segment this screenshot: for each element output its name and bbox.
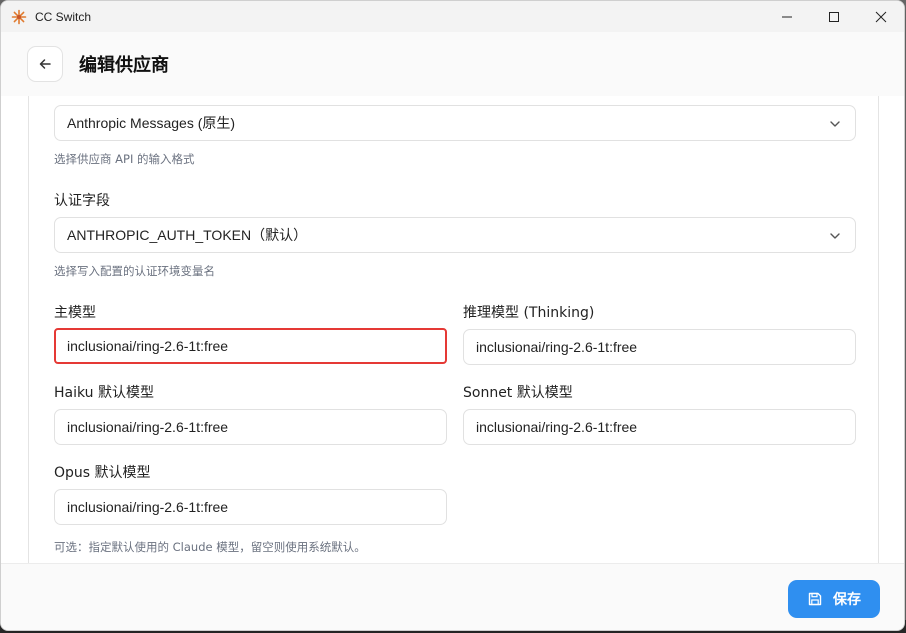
thinking-model-label: 推理模型 (Thinking) <box>463 305 595 321</box>
api-format-hint: 选择供应商 API 的输入格式 <box>54 152 195 166</box>
title-bar: CC Switch <box>1 1 904 32</box>
page-title: 编辑供应商 <box>79 55 169 76</box>
api-format-value: Anthropic Messages (原生) <box>67 115 236 131</box>
models-hint: 可选：指定默认使用的 Claude 模型，留空则使用系统默认。 <box>54 540 366 554</box>
window-controls <box>763 1 904 32</box>
close-button[interactable] <box>857 1 904 32</box>
thinking-model-input[interactable] <box>463 329 856 365</box>
minimize-icon <box>781 16 792 17</box>
main-model-input[interactable] <box>54 328 447 364</box>
maximize-button[interactable] <box>810 1 857 32</box>
save-button[interactable]: 保存 <box>788 580 880 618</box>
sonnet-model-input[interactable] <box>463 409 856 445</box>
auth-field-value: ANTHROPIC_AUTH_TOKEN（默认） <box>67 227 308 243</box>
auth-field-label: 认证字段 <box>54 193 110 209</box>
maximize-icon <box>828 11 839 22</box>
provider-form: Anthropic Messages (原生) 选择供应商 API 的输入格式 … <box>28 96 879 563</box>
auth-field-select[interactable]: ANTHROPIC_AUTH_TOKEN（默认） <box>54 217 856 253</box>
api-format-select[interactable]: Anthropic Messages (原生) <box>54 105 856 141</box>
minimize-button[interactable] <box>763 1 810 32</box>
cc-switch-logo-icon <box>11 9 27 25</box>
save-label: 保存 <box>833 592 861 608</box>
opus-model-input[interactable] <box>54 489 447 525</box>
sonnet-model-label: Sonnet 默认模型 <box>463 385 573 401</box>
chevron-down-icon <box>830 121 840 127</box>
save-icon <box>808 592 822 606</box>
back-button[interactable] <box>27 46 63 82</box>
window-title: CC Switch <box>35 9 92 24</box>
chevron-down-icon <box>830 233 840 239</box>
opus-model-label: Opus 默认模型 <box>54 465 151 481</box>
haiku-model-label: Haiku 默认模型 <box>54 385 154 401</box>
main-model-label: 主模型 <box>54 305 96 321</box>
haiku-model-input[interactable] <box>54 409 447 445</box>
arrow-left-icon <box>39 59 51 69</box>
page-header: 编辑供应商 <box>1 32 904 96</box>
auth-field-hint: 选择写入配置的认证环境变量名 <box>54 264 215 278</box>
close-icon <box>875 11 886 22</box>
app-window: CC Switch 编辑供应商 Anthropic Messages (原生) <box>0 0 905 631</box>
form-footer: 保存 <box>1 563 904 630</box>
